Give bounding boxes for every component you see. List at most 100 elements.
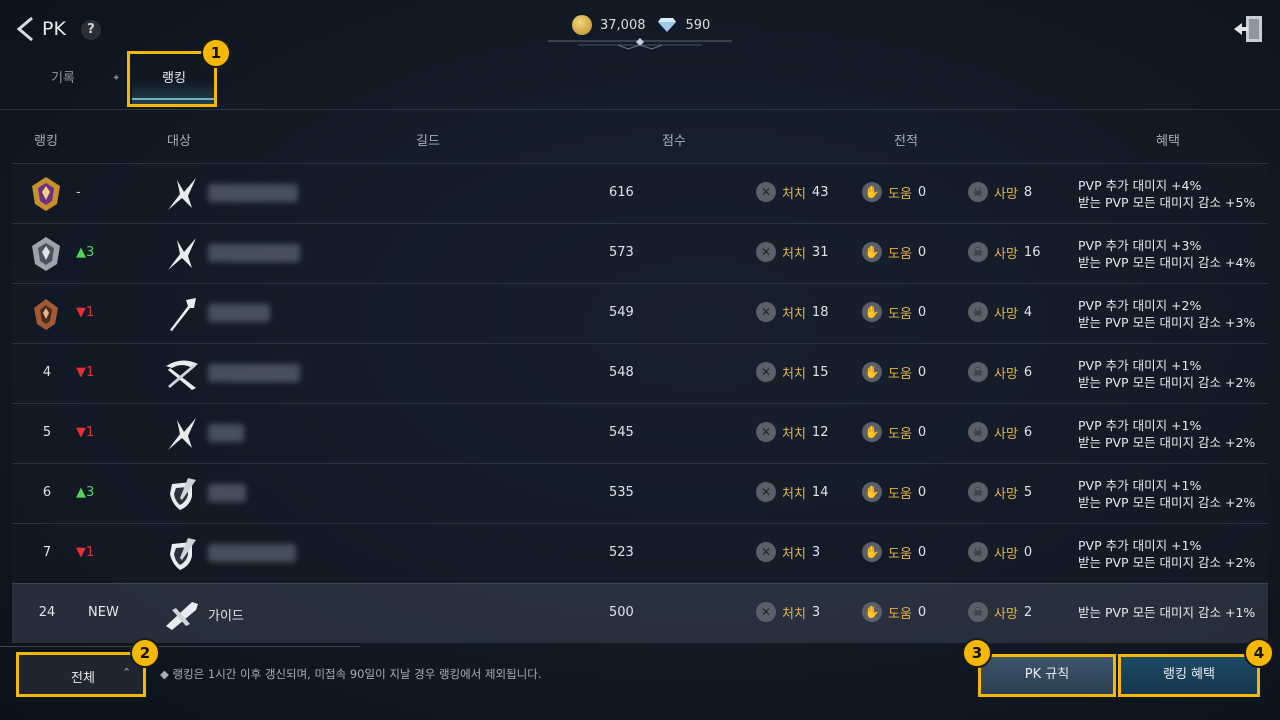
rank-1-emblem-icon bbox=[32, 177, 60, 211]
death-stat: ☠ 사망 16 bbox=[968, 242, 1040, 262]
header-record: 전적 bbox=[894, 134, 918, 149]
table-row[interactable]: ▼1 549 ✕ 처치 18 ✋ 도움 0 ☠ 사망 4 PVP 추가 대미지 +2% 받는 … bbox=[12, 283, 1268, 343]
rank-change: NEW bbox=[88, 605, 119, 620]
tab-separator-icon: ✦ bbox=[112, 73, 121, 84]
death-stat: ☠ 사망 5 bbox=[968, 482, 1032, 502]
assist-icon: ✋ bbox=[862, 242, 882, 262]
score: 573 bbox=[609, 245, 634, 260]
assist-stat: ✋ 도움 0 bbox=[862, 482, 926, 502]
crossbow-class-icon bbox=[166, 360, 198, 390]
assist-icon: ✋ bbox=[862, 602, 882, 622]
skull-icon: ☠ bbox=[968, 362, 988, 382]
rank-change: ▼1 bbox=[76, 305, 95, 320]
header-rank: 랭킹 bbox=[34, 134, 58, 149]
header-score: 점수 bbox=[662, 134, 686, 149]
exit-door-icon[interactable] bbox=[1232, 14, 1264, 44]
ranking-notice: ◆ 랭킹은 1시간 이후 갱신되며, 미접속 90일이 지날 경우 랭킹에서 제… bbox=[160, 667, 542, 681]
assist-icon: ✋ bbox=[862, 422, 882, 442]
tab-record[interactable]: 기록 bbox=[40, 64, 86, 104]
assist-icon: ✋ bbox=[862, 482, 882, 502]
highlight-box-filter bbox=[16, 652, 146, 697]
rank-number: 5 bbox=[42, 425, 52, 440]
dual-blade-class-icon bbox=[168, 418, 196, 450]
kill-icon: ✕ bbox=[756, 542, 776, 562]
assist-stat: ✋ 도움 0 bbox=[862, 302, 926, 322]
rank-change: ▼1 bbox=[76, 425, 95, 440]
player-name-blurred bbox=[208, 184, 298, 202]
rank-change: ▼1 bbox=[76, 365, 95, 380]
kill-stat: ✕ 처치 3 bbox=[756, 542, 820, 562]
kill-icon: ✕ bbox=[756, 602, 776, 622]
help-icon[interactable]: ? bbox=[81, 20, 101, 40]
skull-icon: ☠ bbox=[968, 302, 988, 322]
benefit-text: PVP 추가 대미지 +3% 받는 PVP 모든 대미지 감소 +4% bbox=[1078, 238, 1256, 270]
benefit-text: PVP 추가 대미지 +1% 받는 PVP 모든 대미지 감소 +2% bbox=[1078, 358, 1256, 390]
assist-icon: ✋ bbox=[862, 362, 882, 382]
table-row[interactable]: ▲3 573 ✕ 처치 31 ✋ 도움 0 ☠ 사망 16 PVP 추가 대미지 +3% 받는… bbox=[12, 223, 1268, 283]
benefit-text: PVP 추가 대미지 +1% 받는 PVP 모든 대미지 감소 +2% bbox=[1078, 538, 1256, 570]
table-row[interactable]: 4 ▼1 548 ✕ 처치 15 ✋ 도움 0 ☠ 사망 6 PVP 추가 대미지 +1% 받… bbox=[12, 343, 1268, 403]
benefit-text: 받는 PVP 모든 대미지 감소 +1% bbox=[1078, 605, 1256, 620]
kill-icon: ✕ bbox=[756, 482, 776, 502]
highlight-box-benefit bbox=[1118, 654, 1260, 697]
table-row-self[interactable]: 24 NEW 가이드 500 ✕ 처치 3 ✋ 도움 0 ☠ 사망 2 받는 PVP 모든 … bbox=[12, 583, 1268, 643]
death-stat: ☠ 사망 6 bbox=[968, 362, 1032, 382]
rank-change: ▲3 bbox=[76, 485, 95, 500]
skull-icon: ☠ bbox=[968, 182, 988, 202]
player-name-blurred bbox=[208, 364, 300, 382]
gold-amount: 37,008 bbox=[600, 17, 646, 33]
kill-icon: ✕ bbox=[756, 182, 776, 202]
player-name-blurred bbox=[208, 244, 300, 262]
rank-change: ▼1 bbox=[76, 545, 95, 560]
death-stat: ☠ 사망 4 bbox=[968, 302, 1032, 322]
score: 545 bbox=[609, 425, 634, 440]
header-guild: 길드 bbox=[416, 134, 440, 149]
benefit-text: PVP 추가 대미지 +1% 받는 PVP 모든 대미지 감소 +2% bbox=[1078, 418, 1256, 450]
assist-stat: ✋ 도움 0 bbox=[862, 182, 926, 202]
table-row[interactable]: 7 ▼1 523 ✕ 처치 3 ✋ 도움 0 ☠ 사망 0 PVP 추가 대미지 +1% 받는… bbox=[12, 523, 1268, 583]
kill-icon: ✕ bbox=[756, 362, 776, 382]
player-name-blurred bbox=[208, 304, 270, 322]
table-row[interactable]: - 616 ✕ 처치 43 ✋ 도움 0 ☠ 사망 8 PVP 추가 대미지 +4% 받는 P… bbox=[12, 163, 1268, 223]
callout-badge-2: 2 bbox=[130, 638, 160, 668]
death-stat: ☠ 사망 6 bbox=[968, 422, 1032, 442]
score: 616 bbox=[609, 185, 634, 200]
spear-class-icon bbox=[170, 298, 196, 331]
benefit-text: PVP 추가 대미지 +4% 받는 PVP 모든 대미지 감소 +5% bbox=[1078, 178, 1256, 210]
callout-badge-1: 1 bbox=[201, 38, 231, 68]
rank-3-emblem-icon bbox=[34, 299, 58, 330]
benefit-text: PVP 추가 대미지 +1% 받는 PVP 모든 대미지 감소 +2% bbox=[1078, 478, 1256, 510]
back-arrow-icon[interactable] bbox=[14, 16, 36, 42]
rank-2-emblem-icon bbox=[32, 237, 60, 271]
score: 548 bbox=[609, 365, 634, 380]
kill-icon: ✕ bbox=[756, 242, 776, 262]
kill-stat: ✕ 처치 12 bbox=[756, 422, 828, 442]
assist-icon: ✋ bbox=[862, 542, 882, 562]
score: 549 bbox=[609, 305, 634, 320]
table-row[interactable]: 6 ▲3 535 ✕ 처치 14 ✋ 도움 0 ☠ 사망 5 PVP 추가 대미지 +1% 받… bbox=[12, 463, 1268, 523]
assist-icon: ✋ bbox=[862, 302, 882, 322]
tab-divider bbox=[0, 109, 1280, 110]
header-benefit: 혜택 bbox=[1156, 134, 1180, 149]
player-name: 가이드 bbox=[208, 609, 244, 624]
shield-sword-class-icon bbox=[170, 478, 196, 510]
kill-icon: ✕ bbox=[756, 302, 776, 322]
diamond-icon bbox=[657, 18, 676, 32]
player-name-blurred bbox=[208, 544, 296, 562]
header-ornament bbox=[548, 38, 732, 50]
diamond-amount: 590 bbox=[685, 17, 711, 33]
kill-stat: ✕ 처치 31 bbox=[756, 242, 828, 262]
assist-stat: ✋ 도움 0 bbox=[862, 362, 926, 382]
skull-icon: ☠ bbox=[968, 602, 988, 622]
table-row[interactable]: 5 ▼1 545 ✕ 처치 12 ✋ 도움 0 ☠ 사망 6 PVP 추가 대미지 +1% 받… bbox=[12, 403, 1268, 463]
callout-badge-4: 4 bbox=[1244, 638, 1274, 668]
score: 523 bbox=[609, 545, 634, 560]
page-title: PK bbox=[42, 18, 66, 40]
assist-stat: ✋ 도움 0 bbox=[862, 242, 926, 262]
dual-blade-class-icon bbox=[168, 178, 196, 210]
kill-stat: ✕ 처치 18 bbox=[756, 302, 828, 322]
table-header: 랭킹 대상 길드 점수 전적 혜택 bbox=[12, 124, 1268, 154]
gunblade-class-icon bbox=[166, 602, 198, 630]
player-name-blurred bbox=[208, 484, 246, 502]
currency-display: 37,008 590 bbox=[572, 14, 710, 36]
